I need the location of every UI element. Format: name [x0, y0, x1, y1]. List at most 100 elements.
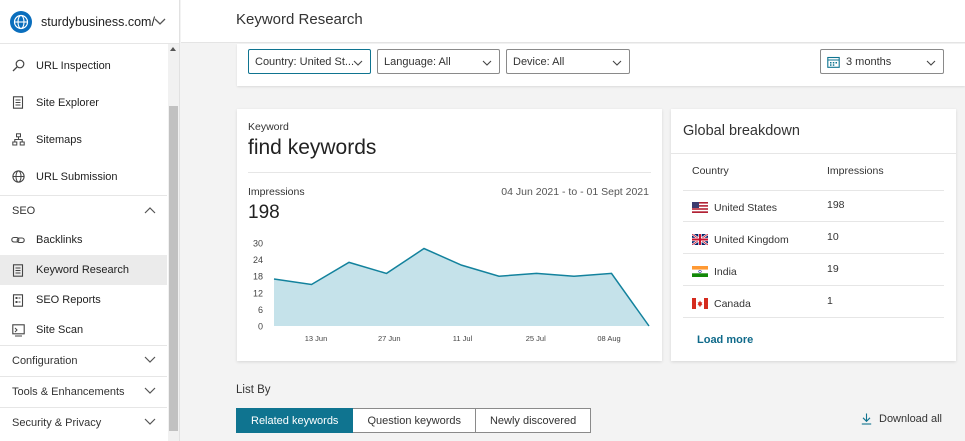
- tab-newly-discovered[interactable]: Newly discovered: [475, 408, 592, 433]
- download-all-button[interactable]: Download all: [861, 413, 942, 425]
- impressions-date-range: 04 Jun 2021 - to - 01 Sept 2021: [501, 186, 649, 198]
- x-tick-label: 27 Jun: [378, 334, 401, 343]
- y-tick-label: 30: [253, 239, 263, 249]
- device-select[interactable]: Device: All: [506, 49, 630, 74]
- search-icon: [11, 59, 25, 73]
- chevron-down-icon[interactable]: [154, 14, 166, 32]
- chevron-down-icon: [612, 58, 622, 70]
- country-impressions: 19: [827, 263, 839, 275]
- sidebar-item-label: Site Scan: [36, 324, 84, 336]
- sidebar-section-security[interactable]: Security & Privacy: [0, 407, 167, 438]
- sidebar-item-backlinks[interactable]: Backlinks: [0, 225, 167, 255]
- sidebar-nav: URL Inspection Site Explorer Sitemaps UR…: [0, 47, 167, 438]
- chevron-down-icon: [144, 386, 156, 398]
- country-impressions: 1: [827, 295, 833, 307]
- canada-flag-icon: [692, 298, 708, 309]
- sidebar-section-configuration[interactable]: Configuration: [0, 345, 167, 376]
- date-range-value: 3 months: [846, 55, 892, 68]
- sidebar-item-url-submission[interactable]: URL Submission: [0, 158, 167, 195]
- divider: [248, 172, 651, 173]
- country-select[interactable]: Country: United St...: [248, 49, 371, 74]
- impressions-value: 198: [248, 202, 280, 223]
- sidebar-item-label: Backlinks: [36, 234, 83, 246]
- sidebar-item-sitemaps[interactable]: Sitemaps: [0, 121, 167, 158]
- section-label: SEO: [12, 204, 36, 217]
- sidebar-item-label: Site Explorer: [36, 96, 99, 109]
- chevron-down-icon: [926, 58, 936, 70]
- date-range-select[interactable]: 3 months: [820, 49, 944, 74]
- impressions-area: [274, 248, 649, 326]
- language-select-value: Language: All: [384, 55, 451, 68]
- country-name: United Kingdom: [714, 234, 789, 246]
- filter-bar: Country: United St... Language: All Devi…: [237, 44, 965, 86]
- sidebar-scrollbar[interactable]: [168, 44, 179, 441]
- link-icon: [11, 233, 25, 247]
- sidebar-item-label: Sitemaps: [36, 133, 82, 146]
- app-root: sturdybusiness.com/ URL Inspection Site …: [0, 0, 965, 441]
- sidebar-item-url-inspection[interactable]: URL Inspection: [0, 47, 167, 84]
- tab-related-keywords[interactable]: Related keywords: [236, 408, 354, 433]
- india-flag-icon: [692, 266, 708, 277]
- sidebar-item-site-scan[interactable]: Site Scan: [0, 315, 167, 345]
- section-label: Configuration: [12, 355, 78, 367]
- tab-question-keywords[interactable]: Question keywords: [353, 408, 476, 433]
- sidebar-item-label: URL Submission: [36, 170, 118, 183]
- country-name: United States: [714, 202, 778, 214]
- chevron-down-icon: [144, 417, 156, 429]
- sidebar-section-seo[interactable]: SEO: [0, 195, 167, 225]
- y-tick-label: 12: [253, 288, 263, 298]
- impressions-column-header: Impressions: [827, 165, 884, 177]
- download-icon: [861, 413, 872, 425]
- y-tick-label: 24: [253, 255, 263, 265]
- x-tick-label: 13 Jun: [305, 334, 328, 343]
- list-by-tabs: Related keywords Question keywords Newly…: [236, 408, 592, 433]
- us-flag-icon: [692, 202, 708, 213]
- globe-icon: [10, 10, 32, 33]
- sidebar-item-label: URL Inspection: [36, 59, 111, 72]
- keyword-value: find keywords: [248, 136, 377, 159]
- sidebar-item-label: Keyword Research: [36, 264, 129, 276]
- scrollbar-thumb[interactable]: [169, 106, 178, 431]
- sidebar-item-keyword-research[interactable]: Keyword Research: [0, 255, 167, 285]
- x-tick-label: 08 Aug: [597, 334, 620, 343]
- chevron-down-icon: [353, 58, 363, 70]
- sidebar: sturdybusiness.com/ URL Inspection Site …: [0, 0, 180, 441]
- country-column-header: Country: [692, 165, 729, 177]
- country-impressions: 10: [827, 231, 839, 243]
- device-select-value: Device: All: [513, 55, 565, 68]
- impressions-chart: 30 24 18 12 6 0 13 Jun 27 Jun 11 Jul 25 Jul 08 Aug: [253, 239, 650, 343]
- global-breakdown-card: Global breakdown Country Impressions Uni…: [671, 109, 956, 361]
- list-by-label: List By: [236, 384, 271, 396]
- sitemap-icon: [11, 133, 25, 147]
- table-row: Canada 1: [683, 287, 944, 318]
- document-icon: [11, 96, 25, 110]
- uk-flag-icon: [691, 233, 709, 246]
- chevron-up-icon: [144, 205, 156, 217]
- country-name: India: [714, 266, 737, 278]
- section-label: Security & Privacy: [12, 417, 102, 429]
- site-selector[interactable]: sturdybusiness.com/: [0, 0, 179, 44]
- scroll-up-arrow-icon[interactable]: [170, 47, 176, 51]
- keyword-label: Keyword: [248, 121, 289, 133]
- calendar-icon: [827, 56, 840, 68]
- site-name: sturdybusiness.com/: [41, 14, 155, 29]
- sidebar-item-label: SEO Reports: [36, 294, 101, 306]
- sidebar-item-site-explorer[interactable]: Site Explorer: [0, 84, 167, 121]
- global-breakdown-title: Global breakdown: [683, 123, 800, 139]
- table-row: United Kingdom 10: [683, 223, 944, 254]
- sidebar-section-tools[interactable]: Tools & Enhancements: [0, 376, 167, 407]
- globe-icon: [11, 170, 25, 184]
- sidebar-item-seo-reports[interactable]: SEO Reports: [0, 285, 167, 315]
- page-title: Keyword Research: [236, 11, 363, 28]
- load-more-link[interactable]: Load more: [697, 334, 753, 346]
- language-select[interactable]: Language: All: [377, 49, 500, 74]
- y-tick-label: 18: [253, 272, 263, 282]
- chevron-down-icon: [144, 355, 156, 367]
- download-all-label: Download all: [879, 413, 942, 425]
- chevron-down-icon: [482, 58, 492, 70]
- country-name: Canada: [714, 298, 751, 310]
- table-row: United States 198: [683, 191, 944, 222]
- country-select-value: Country: United St...: [255, 55, 355, 68]
- table-row: India 19: [683, 255, 944, 286]
- document-icon: [11, 263, 25, 277]
